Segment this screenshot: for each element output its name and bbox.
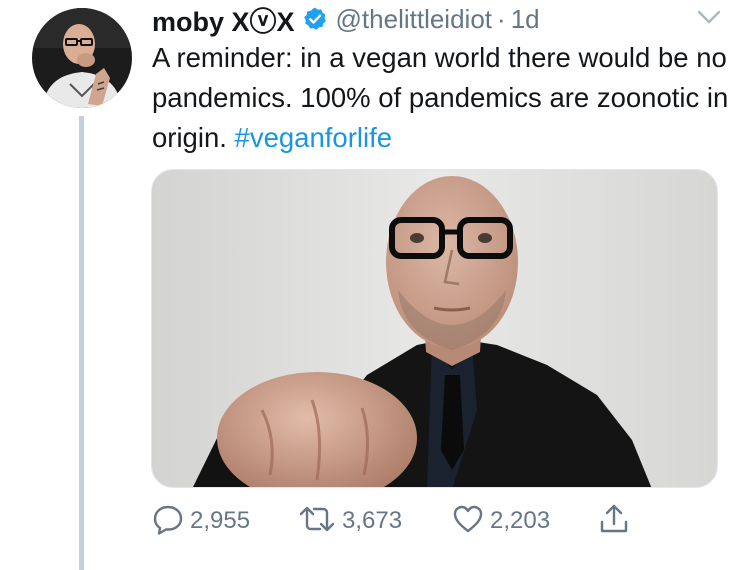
tweet-header: moby XⓥX @thelittleidiot · 1d xyxy=(152,0,540,39)
display-name[interactable]: moby XⓥX xyxy=(152,0,295,39)
share-button[interactable] xyxy=(598,502,630,540)
reply-icon xyxy=(152,503,184,540)
reply-button[interactable]: 2,955 xyxy=(152,502,250,540)
timestamp[interactable]: 1d xyxy=(511,4,540,35)
chevron-down-icon[interactable] xyxy=(694,6,724,28)
reply-count: 2,955 xyxy=(190,507,251,534)
heart-icon xyxy=(452,503,484,540)
like-button[interactable]: 2,203 xyxy=(452,502,550,540)
verified-badge-icon xyxy=(302,6,328,32)
hashtag-link[interactable]: #veganforlife xyxy=(235,122,392,153)
tweet-photo[interactable] xyxy=(151,169,718,488)
tweet-text: A reminder: in a vegan world there would… xyxy=(152,38,732,158)
retweet-count: 3,673 xyxy=(342,507,403,534)
avatar[interactable] xyxy=(32,8,132,108)
retweet-icon xyxy=(298,503,336,540)
thread-line xyxy=(79,116,84,570)
like-count: 2,203 xyxy=(490,507,551,534)
handle[interactable]: @thelittleidiot xyxy=(336,4,492,35)
tweet-actions: 2,955 3,673 2,203 xyxy=(150,502,650,540)
separator-dot: · xyxy=(497,3,506,34)
share-icon xyxy=(598,503,630,540)
retweet-button[interactable]: 3,673 xyxy=(298,502,402,540)
tweet[interactable]: moby XⓥX @thelittleidiot · 1d A reminder… xyxy=(0,0,750,570)
